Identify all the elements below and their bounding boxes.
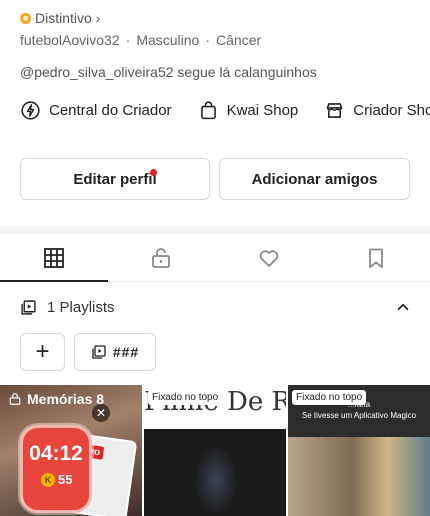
playlists-count: 1 Playlists <box>47 298 115 316</box>
bookmark-icon <box>369 248 384 268</box>
add-playlist-button[interactable]: + <box>20 333 65 371</box>
shortcut-label: Kwai Shop <box>226 102 299 119</box>
timer-card: 04:12 K 55 <box>20 425 92 513</box>
tab-private[interactable] <box>108 234 216 281</box>
username: futebolAovivo32 <box>20 32 120 48</box>
add-friends-label: Adicionar amigos <box>251 170 378 188</box>
shortcut-central-do-criador[interactable]: Central do Criador <box>20 100 172 121</box>
content-tabs <box>0 234 430 282</box>
tab-grid[interactable] <box>0 234 108 282</box>
shortcut-bar: Central do Criador Kwai Shop Criador Sho… <box>20 100 430 121</box>
shopping-bag-icon <box>200 101 216 120</box>
playlist-chip-label: ### <box>112 344 140 360</box>
follow-text: @pedro_silva_oliveira52 segue lá calangu… <box>20 64 317 80</box>
badge-row[interactable]: Distintivo › <box>20 10 100 26</box>
separator: · <box>125 32 131 48</box>
lightning-icon <box>21 101 40 120</box>
video-thumbnail[interactable]: Filme De R Fixado no topo <box>144 385 286 516</box>
lock-icon <box>152 247 171 268</box>
medal-icon <box>20 12 31 24</box>
memories-text: Memórias 8 <box>27 391 105 407</box>
heart-icon <box>259 249 279 267</box>
zodiac-sign: Câncer <box>216 32 262 48</box>
edit-profile-label: Editar perfil <box>73 170 157 188</box>
tab-liked[interactable] <box>215 234 323 281</box>
shortcut-label: Central do Criador <box>49 102 172 119</box>
coin-value: 55 <box>58 472 73 487</box>
memories-label: Memórias 8 <box>8 391 104 407</box>
add-friends-button[interactable]: Adicionar amigos <box>219 158 410 200</box>
video-grid: Memórias 8 ✕ vo 04:12 K 55 Filme De R Fi… <box>0 385 430 516</box>
chevron-up-icon[interactable] <box>394 298 412 316</box>
playlist-icon <box>21 299 36 315</box>
separator: · <box>205 32 211 48</box>
badge-label: Distintivo <box>35 10 92 26</box>
video-scene <box>288 437 430 516</box>
store-icon <box>326 103 343 118</box>
section-divider <box>0 226 430 234</box>
playlists-header: 1 Playlists <box>20 298 412 316</box>
coin-icon: K <box>41 472 55 487</box>
notification-dot <box>150 169 157 176</box>
grid-icon <box>43 247 64 268</box>
profile-meta: futebolAovivo32 · Masculino · Câncer <box>20 32 261 48</box>
video-thumbnail[interactable]: Memórias 8 ✕ vo 04:12 K 55 <box>0 385 142 516</box>
shortcut-kwai-shop[interactable]: Kwai Shop <box>198 100 299 121</box>
chevron-right-icon: › <box>95 10 101 26</box>
close-icon[interactable]: ✕ <box>92 404 110 422</box>
shortcut-label: Criador Shop <box>353 102 430 119</box>
timer-value: 04:12 <box>29 442 83 465</box>
tab-saved[interactable] <box>323 234 430 281</box>
pinned-tag: Fixado no topo <box>148 390 223 405</box>
shortcut-criador-shop[interactable]: Criador Shop <box>324 100 430 121</box>
edit-profile-button[interactable]: Editar perfil <box>20 158 210 200</box>
playlist-icon <box>92 345 106 359</box>
video-figure <box>194 445 238 516</box>
video-thumbnail[interactable]: ...faria Se tivesse um Aplicativo Magico… <box>288 385 430 516</box>
gender: Masculino <box>136 32 200 48</box>
playlist-chip[interactable]: ### <box>74 333 156 371</box>
plus-icon: + <box>35 338 50 365</box>
lock-icon <box>9 393 21 405</box>
coin-row: K 55 <box>41 472 72 487</box>
pinned-tag: Fixado no topo <box>292 390 367 405</box>
